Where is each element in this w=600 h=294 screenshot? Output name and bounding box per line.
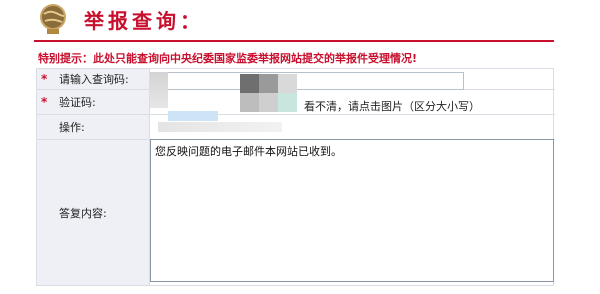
captcha-label: * 验证码: (37, 90, 149, 114)
operation-label: 操作: (37, 115, 149, 139)
reply-textarea[interactable]: 您反映问题的电子邮件本网站已收到。 (150, 139, 554, 282)
redacted-field (150, 72, 168, 108)
submit-button[interactable] (168, 111, 218, 121)
captcha-image[interactable] (240, 74, 298, 112)
page-title: 举报查询： (84, 9, 204, 33)
query-code-input[interactable] (150, 72, 464, 90)
query-code-label: * 请输入查询码: (37, 69, 149, 89)
required-mark: * (41, 72, 48, 86)
captcha-refresh-link[interactable]: 看不清，请点击图片（区分大小写） (304, 98, 480, 114)
globe-icon (40, 4, 66, 34)
required-mark: * (41, 95, 48, 109)
header-divider (34, 40, 554, 42)
page-header: 举报查询： (0, 0, 600, 40)
reply-label: 答复内容: (37, 140, 149, 285)
redacted-field (158, 122, 282, 132)
notice-text: 特别提示：此处只能查询向中央纪委国家监委举报网站提交的举报件受理情况! (38, 52, 418, 65)
